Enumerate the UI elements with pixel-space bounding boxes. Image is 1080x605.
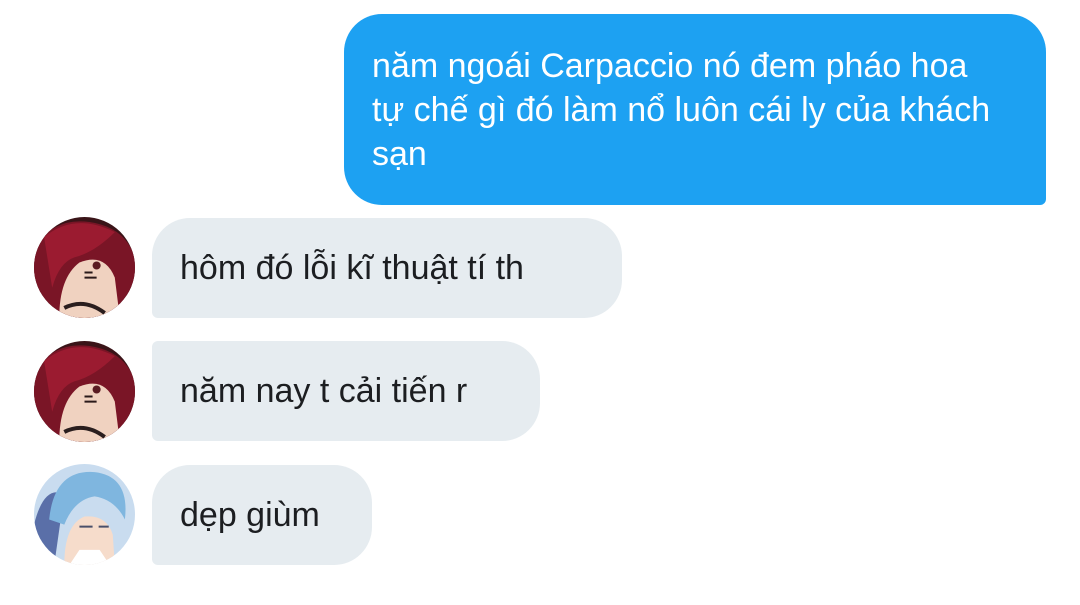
message-text: hôm đó lỗi kĩ thuật tí th [180, 249, 524, 287]
message-text: năm ngoái Carpaccio nó đem pháo hoa tự c… [372, 47, 991, 173]
incoming-message-bubble[interactable]: dẹp giùm [152, 465, 372, 565]
outgoing-message-bubble[interactable]: năm ngoái Carpaccio nó đem pháo hoa tự c… [344, 14, 1046, 205]
message-text: năm nay t cải tiến r [180, 372, 468, 410]
chat-thread: năm ngoái Carpaccio nó đem pháo hoa tự c… [0, 0, 1080, 605]
incoming-message-bubble[interactable]: năm nay t cải tiến r [152, 341, 540, 441]
blue-haired-character-avatar[interactable] [34, 464, 135, 565]
message-text: dẹp giùm [180, 496, 320, 534]
incoming-message-bubble[interactable]: hôm đó lỗi kĩ thuật tí th [152, 218, 622, 318]
red-haired-character-avatar[interactable] [34, 217, 135, 318]
red-haired-character-avatar[interactable] [34, 341, 135, 442]
